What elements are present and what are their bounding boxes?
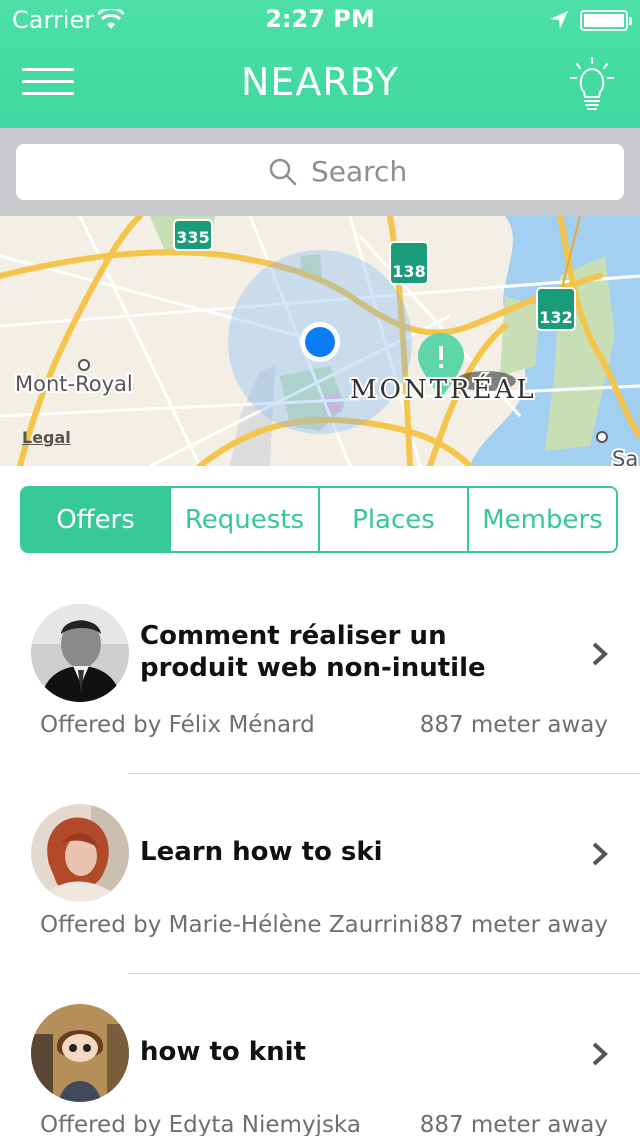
offered-by: Offered by Edyta Niemyjska [40, 1112, 361, 1136]
avatar [31, 804, 129, 902]
list-item[interactable]: Learn how to ski Offered by Marie-Hélène… [0, 774, 640, 974]
distance: 887 meter away [419, 1112, 608, 1136]
map-view[interactable]: 335 138 132 Mont-Royal MONTRÉAL Sa Legal [0, 216, 640, 466]
route-shield-138: 138 [392, 262, 425, 281]
distance: 887 meter away [419, 712, 608, 738]
search-placeholder: Search [311, 155, 408, 188]
offers-list: Comment réaliser un produit web non-inut… [0, 574, 640, 1136]
search-input[interactable]: Search [16, 144, 624, 200]
route-shield-335: 335 [176, 228, 209, 247]
chevron-right-icon [592, 1042, 608, 1066]
category-tabs: Offers Requests Places Members [20, 486, 618, 553]
offer-title: Comment réaliser un produit web non-inut… [140, 621, 486, 683]
map-label-sa: Sa [612, 447, 638, 466]
list-item[interactable]: Comment réaliser un produit web non-inut… [0, 574, 640, 774]
distance: 887 meter away [419, 912, 608, 938]
offered-by: Offered by Félix Ménard [40, 712, 315, 738]
chevron-right-icon [592, 842, 608, 866]
status-time: 2:27 PM [265, 5, 375, 33]
page-title: NEARBY [240, 60, 400, 104]
map-legal-link[interactable]: Legal [22, 428, 71, 447]
avatar [31, 604, 129, 702]
route-shield-132: 132 [539, 308, 572, 327]
chevron-right-icon [592, 642, 608, 666]
offer-title: Learn how to ski [140, 837, 383, 867]
tab-requests[interactable]: Requests [169, 488, 318, 551]
tab-places[interactable]: Places [318, 488, 467, 551]
battery-icon [580, 10, 632, 31]
map-label-mont-royal: Mont-Royal [15, 372, 133, 396]
search-bar-container: Search [0, 128, 640, 216]
avatar [31, 1004, 129, 1102]
offered-by: Offered by Marie-Hélène Zaurrini [40, 912, 420, 938]
offer-title: how to knit [140, 1037, 306, 1067]
map-label-montreal: MONTRÉAL [350, 373, 537, 405]
tab-members[interactable]: Members [467, 488, 616, 551]
list-item[interactable]: how to knit Offered by Edyta Niemyjska 8… [0, 974, 640, 1136]
nav-bar: Carrier 2:27 PM NEARBY [0, 0, 640, 128]
search-icon [269, 158, 297, 186]
tab-offers[interactable]: Offers [22, 488, 169, 551]
lightbulb-icon[interactable] [568, 56, 616, 112]
location-arrow-icon [550, 11, 568, 29]
status-bar: Carrier 2:27 PM [0, 0, 640, 40]
